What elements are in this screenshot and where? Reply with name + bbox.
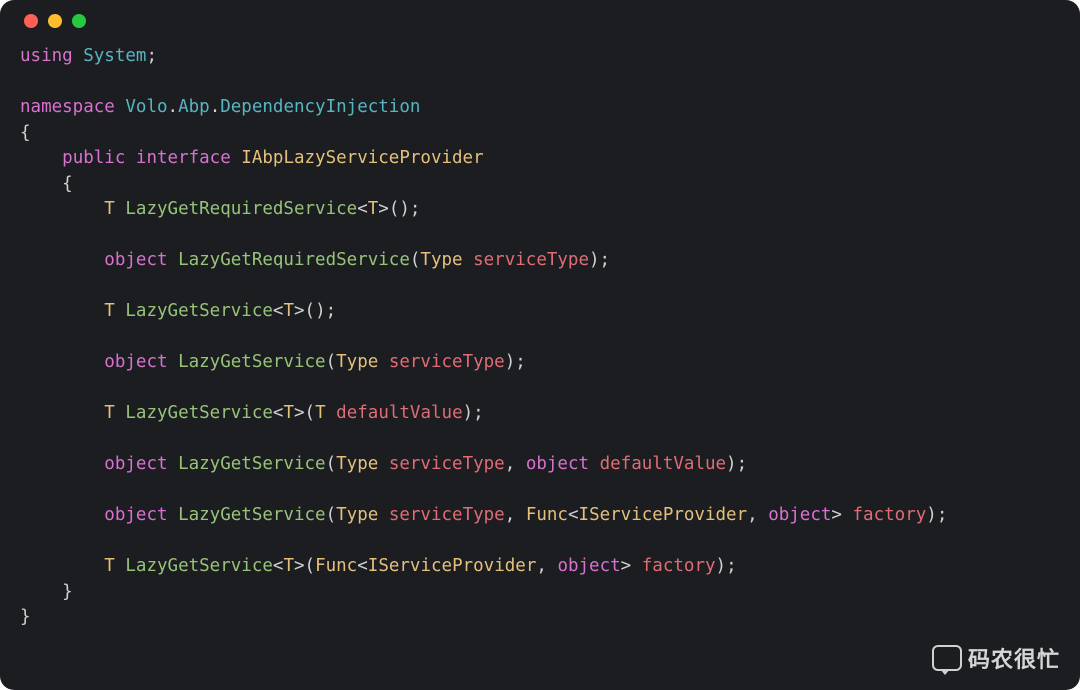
window-controls xyxy=(24,14,1060,28)
code-block: using System; namespace Volo.Abp.Depende… xyxy=(20,44,1060,631)
zoom-icon[interactable] xyxy=(72,14,86,28)
close-icon[interactable] xyxy=(24,14,38,28)
code-window: using System; namespace Volo.Abp.Depende… xyxy=(0,0,1080,690)
minimize-icon[interactable] xyxy=(48,14,62,28)
wechat-bubble-icon xyxy=(932,645,962,671)
watermark: 码农很忙 xyxy=(932,642,1060,674)
watermark-text: 码农很忙 xyxy=(968,642,1060,674)
